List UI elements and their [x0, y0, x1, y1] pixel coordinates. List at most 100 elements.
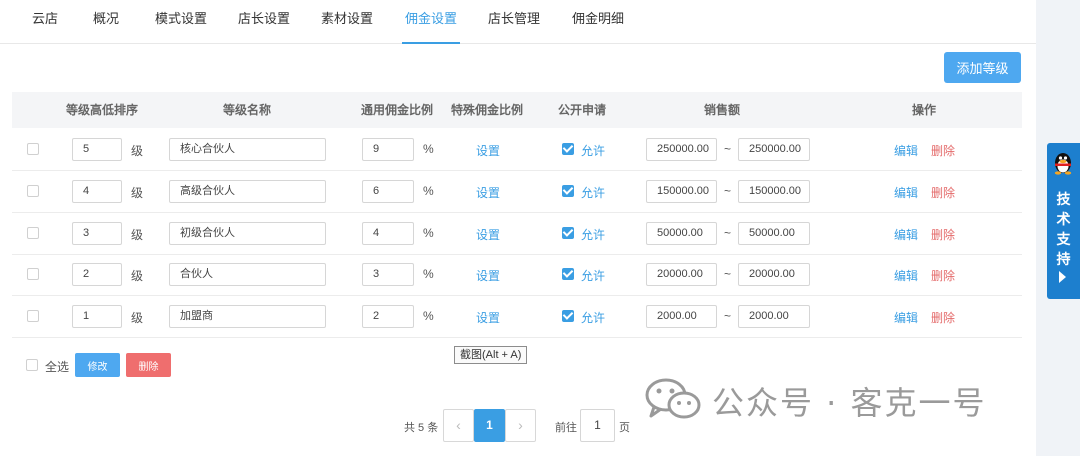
row-checkbox[interactable] — [27, 310, 39, 322]
support-char-1: 技 — [1056, 191, 1071, 207]
table-row: 2 级 合伙人 3 % 设置 允许 20000.00 ~ 20000.00 编辑… — [12, 254, 1022, 296]
expand-arrow-icon — [1059, 271, 1066, 283]
percent-unit: % — [423, 226, 434, 240]
select-all-checkbox[interactable] — [26, 359, 38, 371]
general-rate-input[interactable]: 9 — [362, 138, 414, 161]
delete-link[interactable]: 删除 — [931, 309, 955, 326]
support-char-4: 持 — [1056, 251, 1071, 267]
tab-commission-details[interactable]: 佣金明细 — [572, 0, 624, 44]
delete-link[interactable]: 删除 — [931, 142, 955, 159]
sales-max-input[interactable]: 250000.00 — [738, 138, 810, 161]
sales-min-input[interactable]: 250000.00 — [646, 138, 717, 161]
edit-link[interactable]: 编辑 — [894, 267, 918, 284]
allow-checkbox[interactable] — [562, 143, 574, 155]
delete-link[interactable]: 删除 — [931, 184, 955, 201]
sales-min-input[interactable]: 20000.00 — [646, 263, 717, 286]
prev-page-button[interactable]: ‹ — [443, 409, 474, 442]
tab-manager-management[interactable]: 店长管理 — [488, 0, 540, 44]
special-rate-setting-link[interactable]: 设置 — [476, 309, 500, 326]
level-unit: 级 — [131, 186, 144, 200]
special-rate-setting-link[interactable]: 设置 — [476, 226, 500, 243]
allow-label[interactable]: 允许 — [581, 142, 605, 159]
table-header: 等级高低排序 等级名称 通用佣金比例 特殊佣金比例 公开申请 销售额 操作 — [12, 92, 1022, 128]
level-name-input[interactable]: 初级合伙人 — [169, 222, 326, 245]
tab-material-settings[interactable]: 素材设置 — [321, 0, 373, 44]
range-separator: ~ — [724, 142, 732, 156]
bulk-delete-button[interactable]: 删除 — [126, 353, 171, 377]
header-level-name: 等级名称 — [222, 103, 271, 117]
allow-checkbox[interactable] — [562, 227, 574, 239]
qq-penguin-icon — [1054, 153, 1072, 175]
tab-cloud-store[interactable]: 云店 — [32, 0, 58, 44]
table-row: 5 级 核心合伙人 9 % 设置 允许 250000.00 ~ 250000.0… — [12, 129, 1022, 171]
header-sales: 销售额 — [703, 103, 740, 117]
allow-checkbox[interactable] — [562, 310, 574, 322]
range-separator: ~ — [724, 267, 732, 281]
row-checkbox[interactable] — [27, 185, 39, 197]
sales-max-input[interactable]: 20000.00 — [738, 263, 810, 286]
general-rate-input[interactable]: 4 — [362, 222, 414, 245]
support-char-3: 支 — [1056, 231, 1071, 247]
row-checkbox[interactable] — [27, 268, 39, 280]
special-rate-setting-link[interactable]: 设置 — [476, 142, 500, 159]
allow-label[interactable]: 允许 — [581, 267, 605, 284]
sales-min-input[interactable]: 2000.00 — [646, 305, 717, 328]
level-name-input[interactable]: 合伙人 — [169, 263, 326, 286]
sales-max-input[interactable]: 150000.00 — [738, 180, 810, 203]
allow-checkbox[interactable] — [562, 268, 574, 280]
select-all-label[interactable]: 全选 — [45, 358, 69, 375]
general-rate-input[interactable]: 3 — [362, 263, 414, 286]
screenshot-tooltip: 截图(Alt + A) — [454, 346, 528, 364]
page-1-button[interactable]: 1 — [474, 409, 505, 442]
edit-link[interactable]: 编辑 — [894, 309, 918, 326]
row-checkbox[interactable] — [27, 143, 39, 155]
special-rate-setting-link[interactable]: 设置 — [476, 267, 500, 284]
tab-bar: 云店 概况 模式设置 店长设置 素材设置 佣金设置 店长管理 佣金明细 — [0, 0, 1036, 44]
percent-unit: % — [423, 142, 434, 156]
row-checkbox[interactable] — [27, 227, 39, 239]
level-order-input[interactable]: 2 — [72, 263, 122, 286]
header-actions: 操作 — [911, 103, 936, 117]
wechat-watermark: 公众号 · 客克一号 — [644, 368, 1044, 428]
allow-label[interactable]: 允许 — [581, 184, 605, 201]
level-name-input[interactable]: 加盟商 — [169, 305, 326, 328]
delete-link[interactable]: 删除 — [931, 226, 955, 243]
bulk-edit-button[interactable]: 修改 — [75, 353, 120, 377]
level-unit: 级 — [131, 228, 144, 242]
allow-checkbox[interactable] — [562, 185, 574, 197]
general-rate-input[interactable]: 2 — [362, 305, 414, 328]
range-separator: ~ — [724, 226, 732, 240]
edit-link[interactable]: 编辑 — [894, 226, 918, 243]
goto-page-input[interactable]: 1 — [580, 409, 615, 442]
sales-max-input[interactable]: 2000.00 — [738, 305, 810, 328]
level-order-input[interactable]: 1 — [72, 305, 122, 328]
allow-label[interactable]: 允许 — [581, 226, 605, 243]
allow-label[interactable]: 允许 — [581, 309, 605, 326]
wechat-logo-icon — [645, 378, 701, 419]
level-order-input[interactable]: 3 — [72, 222, 122, 245]
sales-min-input[interactable]: 50000.00 — [646, 222, 717, 245]
edit-link[interactable]: 编辑 — [894, 142, 918, 159]
sales-min-input[interactable]: 150000.00 — [646, 180, 717, 203]
add-level-button[interactable]: 添加等级 — [944, 52, 1021, 83]
level-unit: 级 — [131, 144, 144, 158]
page-unit: 页 — [619, 422, 630, 434]
percent-unit: % — [423, 184, 434, 198]
level-order-input[interactable]: 5 — [72, 138, 122, 161]
tab-overview[interactable]: 概况 — [93, 0, 119, 44]
tech-support-widget[interactable]: 技 术 支 持 — [1047, 143, 1080, 299]
general-rate-input[interactable]: 6 — [362, 180, 414, 203]
sales-max-input[interactable]: 50000.00 — [738, 222, 810, 245]
special-rate-setting-link[interactable]: 设置 — [476, 184, 500, 201]
tab-mode-settings[interactable]: 模式设置 — [155, 0, 207, 44]
level-name-input[interactable]: 核心合伙人 — [169, 138, 326, 161]
level-order-input[interactable]: 4 — [72, 180, 122, 203]
next-page-button[interactable]: › — [505, 409, 536, 442]
delete-link[interactable]: 删除 — [931, 267, 955, 284]
tab-manager-settings[interactable]: 店长设置 — [238, 0, 290, 44]
edit-link[interactable]: 编辑 — [894, 184, 918, 201]
level-name-input[interactable]: 高级合伙人 — [169, 180, 326, 203]
table-row: 1 级 加盟商 2 % 设置 允许 2000.00 ~ 2000.00 编辑 删… — [12, 296, 1022, 338]
header-special-rate: 特殊佣金比例 — [450, 103, 523, 117]
tab-commission-settings[interactable]: 佣金设置 — [401, 0, 461, 44]
